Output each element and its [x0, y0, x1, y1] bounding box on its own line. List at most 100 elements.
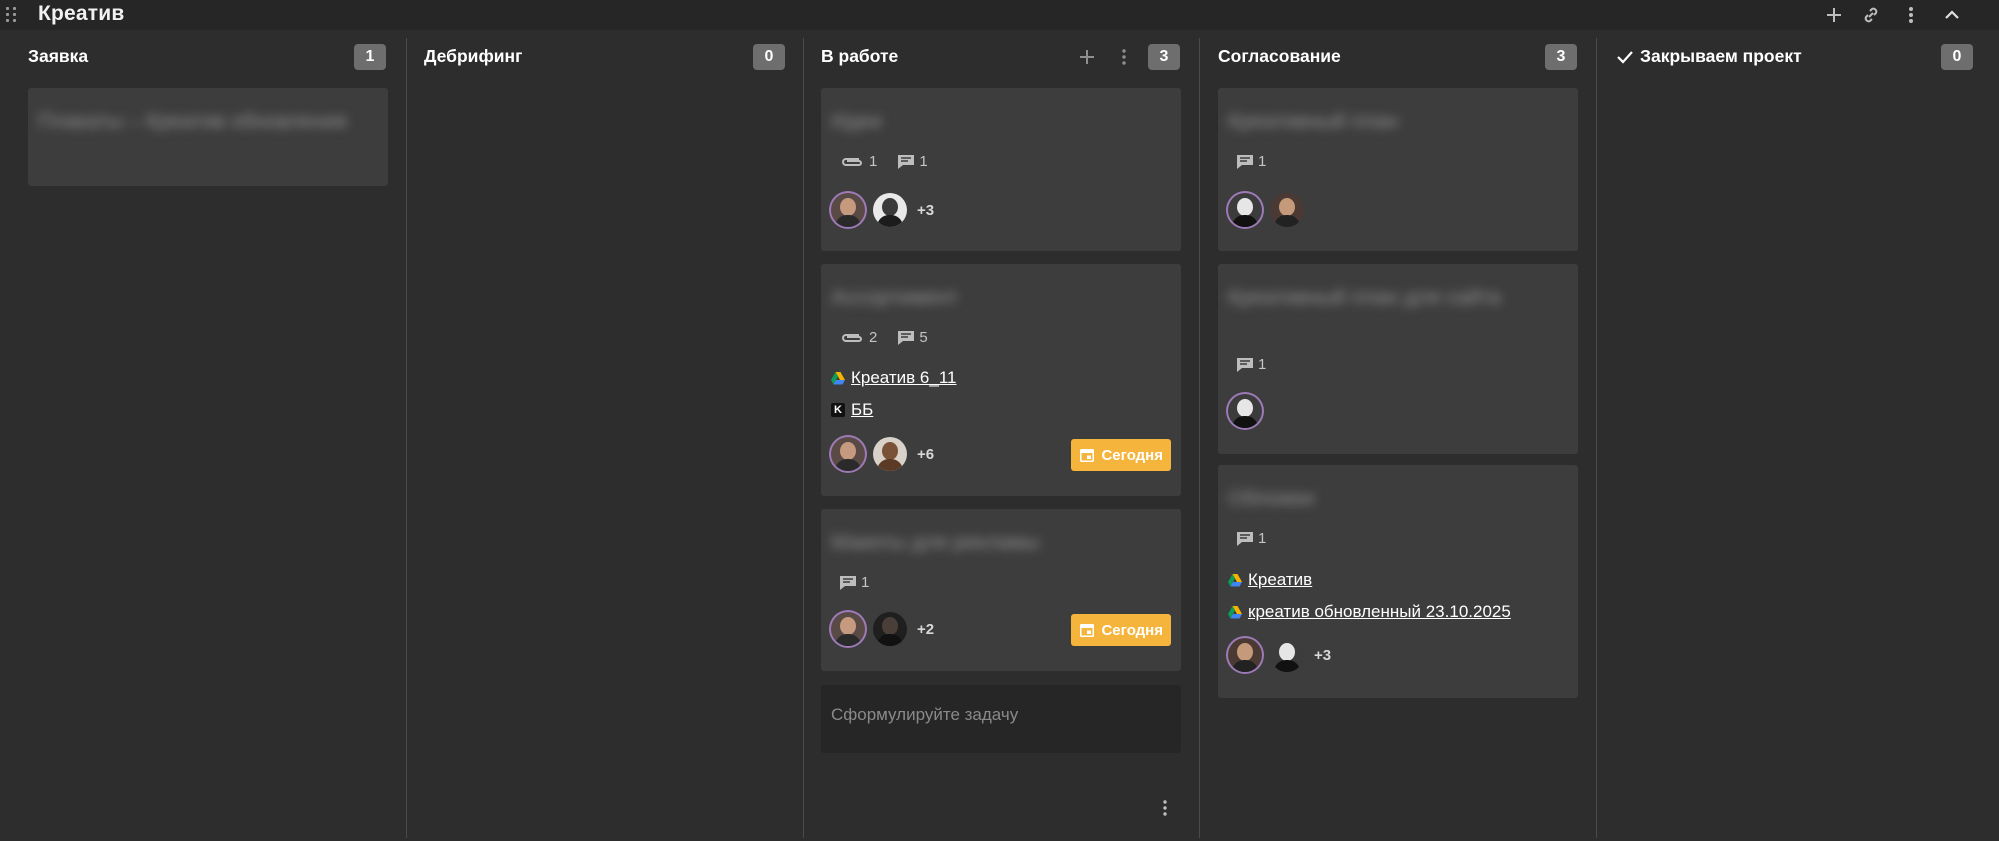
comment-icon — [1237, 357, 1253, 372]
link-icon[interactable] — [1856, 0, 1886, 30]
card-assignees: +3 — [831, 193, 934, 227]
add-card-plus-icon[interactable] — [1074, 44, 1100, 70]
card-title: Идеи — [831, 110, 882, 133]
column-title: Заявка — [28, 46, 89, 66]
extra-assignees-count[interactable]: +3 — [1314, 647, 1331, 664]
due-date-badge[interactable]: Сегодня — [1071, 439, 1171, 471]
new-task-menu-icon[interactable] — [1152, 795, 1178, 821]
new-task-input[interactable]: Сформулируйте задачу — [821, 685, 1181, 753]
task-card[interactable]: Обложки 1 Креатив креатив обновленный 23… — [1218, 465, 1578, 698]
column-closing: Закрываем проект 0 — [1616, 30, 1978, 841]
card-title: Ассортимент — [831, 286, 958, 309]
due-date-badge[interactable]: Сегодня — [1071, 614, 1171, 646]
k-icon: K — [831, 403, 845, 417]
card-assignees: +3 — [1228, 638, 1331, 672]
extra-assignees-count[interactable]: +3 — [917, 202, 934, 219]
card-meta: 1 — [1236, 530, 1266, 547]
column-divider — [406, 38, 407, 838]
task-card[interactable]: Креативный план для сайта 1 — [1218, 264, 1578, 454]
drive-link[interactable]: креатив обновленный 23.10.2025 — [1248, 602, 1511, 622]
column-request: Заявка 1 Плакаты – Креатив обновление — [28, 30, 390, 841]
card-title: Плакаты – Креатив обновление — [38, 110, 348, 133]
card-meta: 1 — [1236, 356, 1266, 373]
drive-link[interactable]: Креатив 6_11 — [851, 368, 957, 388]
column-title: В работе — [821, 46, 899, 66]
comment-icon — [1237, 531, 1253, 546]
card-title: Креативный план — [1228, 110, 1399, 133]
column-approval: Согласование 3 Креативный план 1 Креатив… — [1218, 30, 1580, 841]
avatar[interactable] — [831, 437, 865, 471]
google-drive-icon — [1228, 573, 1242, 586]
attachment-count: 2 — [839, 329, 877, 346]
kanban-board: Креатив Заявка 1 Плакаты – Креатив обнов… — [0, 0, 1999, 841]
column-count-badge: 0 — [1941, 44, 1973, 70]
avatar[interactable] — [873, 193, 907, 227]
card-link: K ББ — [831, 400, 873, 420]
chevron-up-icon[interactable] — [1937, 0, 1967, 30]
comment-count: 1 — [1236, 530, 1266, 547]
comment-count: 1 — [839, 574, 869, 591]
column-title: Согласование — [1218, 46, 1341, 66]
task-card[interactable]: Креативный план 1 — [1218, 88, 1578, 251]
card-meta: 1 1 — [839, 153, 928, 170]
card-title: Макеты для рекламы — [831, 531, 1040, 554]
attachment-count: 1 — [839, 153, 877, 170]
card-assignees — [1228, 193, 1304, 227]
column-divider — [1596, 38, 1597, 838]
column-debriefing: Дебрифинг 0 — [424, 30, 786, 841]
card-title: Обложки — [1228, 487, 1315, 510]
card-meta: 2 5 — [839, 329, 928, 346]
task-card[interactable]: Плакаты – Креатив обновление — [28, 88, 388, 186]
google-drive-icon — [831, 371, 845, 384]
avatar[interactable] — [1228, 638, 1262, 672]
avatar[interactable] — [873, 437, 907, 471]
extra-assignees-count[interactable]: +6 — [917, 446, 934, 463]
column-divider — [1199, 38, 1200, 838]
task-card[interactable]: Ассортимент 2 5 Креатив 6_11 K ББ +6 Сег… — [821, 264, 1181, 496]
plus-icon[interactable] — [1819, 0, 1849, 30]
column-in-progress: В работе 3 Идеи 1 1 +3 Ассортимент 2 5 К… — [821, 30, 1183, 841]
column-count-badge: 0 — [753, 44, 785, 70]
comment-icon — [840, 575, 856, 590]
card-meta: 1 — [1236, 153, 1266, 170]
avatar[interactable] — [831, 612, 865, 646]
column-count-badge: 3 — [1148, 44, 1180, 70]
paperclip-icon — [842, 157, 862, 166]
card-link: Креатив 6_11 — [831, 368, 957, 388]
extra-assignees-count[interactable]: +2 — [917, 621, 934, 638]
column-divider — [803, 38, 804, 838]
avatar[interactable] — [873, 612, 907, 646]
new-task-placeholder: Сформулируйте задачу — [831, 705, 1019, 724]
drive-link[interactable]: Креатив — [1248, 570, 1312, 590]
card-link: Креатив — [1228, 570, 1312, 590]
comment-icon — [898, 330, 915, 345]
comment-count: 1 — [897, 153, 928, 170]
column-title: Закрываем проект — [1616, 46, 1802, 67]
comment-count: 1 — [1236, 153, 1266, 170]
paperclip-icon — [842, 333, 862, 342]
card-assignees: +2 — [831, 612, 934, 646]
avatar[interactable] — [1228, 394, 1262, 428]
card-link: креатив обновленный 23.10.2025 — [1228, 602, 1511, 622]
comment-icon — [898, 154, 915, 169]
google-drive-icon — [1228, 605, 1242, 618]
drag-handle-icon[interactable] — [6, 5, 18, 25]
board-title: Креатив — [38, 2, 125, 25]
checkmark-icon — [1617, 50, 1633, 64]
column-menu-icon[interactable] — [1111, 44, 1137, 70]
column-count-badge: 1 — [354, 44, 386, 70]
calendar-icon — [1080, 449, 1095, 462]
column-title: Дебрифинг — [424, 46, 523, 66]
card-assignees: +6 — [831, 437, 934, 471]
comment-icon — [1237, 154, 1253, 169]
avatar[interactable] — [1228, 193, 1262, 227]
more-vertical-icon[interactable] — [1896, 0, 1926, 30]
avatar[interactable] — [1270, 638, 1304, 672]
card-meta: 1 — [839, 574, 869, 591]
task-card[interactable]: Макеты для рекламы 1 +2 Сегодня — [821, 509, 1181, 671]
avatar[interactable] — [831, 193, 865, 227]
bb-link[interactable]: ББ — [851, 400, 873, 420]
column-title-text: Закрываем проект — [1640, 46, 1802, 66]
task-card[interactable]: Идеи 1 1 +3 — [821, 88, 1181, 251]
avatar[interactable] — [1270, 193, 1304, 227]
